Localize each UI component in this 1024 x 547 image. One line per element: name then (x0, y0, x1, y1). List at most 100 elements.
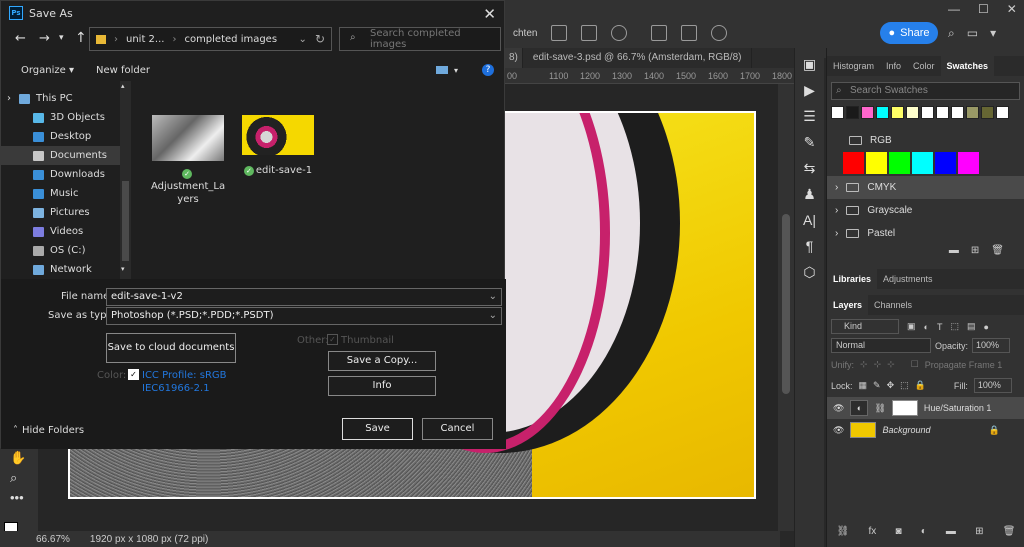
new-folder-button[interactable]: New folder (96, 65, 150, 76)
tab-histogram[interactable]: Histogram (827, 56, 880, 76)
breadcrumb-item[interactable]: completed images (184, 34, 277, 45)
unify-style-icon[interactable]: ⊹ (887, 359, 895, 370)
tab-edit-save-3[interactable]: edit-save-3.psd @ 66.7% (Amsterdam, RGB/… (522, 48, 753, 68)
breadcrumb-item[interactable]: unit 2... (126, 34, 164, 45)
layer-name[interactable]: Hue/Saturation 1 (924, 403, 992, 413)
view-icon[interactable] (435, 66, 448, 74)
chevron-right-icon[interactable]: › (7, 93, 11, 104)
app-close-icon[interactable]: ✕ (1007, 2, 1017, 16)
thumbnail-checkbox[interactable]: ✓ (327, 334, 338, 345)
maximize-icon[interactable]: ☐ (978, 2, 989, 16)
swatch[interactable] (866, 152, 887, 174)
unify-position-icon[interactable]: ⊹ (860, 359, 868, 370)
swatch[interactable] (996, 106, 1009, 119)
swatch[interactable] (831, 106, 844, 119)
reset-icon[interactable] (711, 25, 728, 41)
trash-icon[interactable]: 🗑 (991, 245, 1004, 265)
swatch[interactable] (936, 106, 949, 119)
save-a-copy-button[interactable]: Save a Copy... (328, 351, 436, 371)
new-swatch-icon[interactable]: ⊞ (971, 245, 979, 265)
chevron-down-icon[interactable]: ⌄ (489, 308, 497, 324)
tab-color[interactable]: Color (907, 56, 941, 76)
icc-checkbox[interactable]: ✓ (128, 369, 139, 380)
scroll-up-icon[interactable]: ▴ (121, 82, 125, 90)
tab-previous[interactable]: 8) (505, 48, 523, 68)
kind-select[interactable]: Kind (831, 319, 899, 334)
close-icon[interactable]: ✕ (483, 5, 496, 23)
frame-icon[interactable] (681, 25, 698, 41)
more-tools-icon[interactable]: ••• (10, 490, 24, 505)
play-icon[interactable]: ▶ (802, 83, 818, 97)
nav-item[interactable]: Desktop (1, 127, 131, 146)
nav-item[interactable]: › This PC (1, 89, 131, 108)
swatch[interactable] (846, 106, 859, 119)
nav-item[interactable]: Videos (1, 222, 131, 241)
tab-adjustments[interactable]: Adjustments (877, 269, 939, 289)
forward-arrow-icon[interactable]: → (39, 31, 50, 46)
view-dropdown-icon[interactable]: ▾ (454, 66, 458, 75)
lock-move-icon[interactable]: ✥ (887, 380, 895, 391)
swatch[interactable] (958, 152, 979, 174)
address-bar[interactable]: › unit 2... › completed images ⌄ ↻ (89, 27, 332, 51)
info-button[interactable]: Info (328, 376, 436, 396)
save-button[interactable]: Save (342, 418, 413, 440)
up-arrow-icon[interactable]: ↑ (75, 30, 87, 46)
filter-pixel-icon[interactable]: ▣ (907, 321, 916, 332)
nav-item[interactable]: Network (1, 260, 131, 279)
save-to-cloud-button[interactable]: Save to cloud documents (106, 333, 236, 363)
options-icon[interactable] (551, 25, 568, 41)
fx-icon[interactable]: fx (868, 526, 876, 537)
swatch[interactable] (935, 152, 956, 174)
nav-scrollbar[interactable]: ▴ ▾ (120, 81, 131, 279)
tab-info[interactable]: Info (880, 56, 907, 76)
tab-swatches[interactable]: Swatches (940, 56, 995, 76)
eye-icon[interactable]: 👁 (833, 403, 844, 414)
character-icon[interactable]: A| (802, 213, 818, 227)
clone-icon[interactable]: ♟ (802, 187, 818, 201)
history-icon[interactable]: ▣ (802, 57, 818, 71)
history-chevron-icon[interactable]: ▾ (59, 33, 64, 43)
lock-paint-icon[interactable]: ✎ (873, 380, 881, 391)
swatch[interactable] (981, 106, 994, 119)
adjustment-icon[interactable]: ◐ (921, 526, 927, 537)
refresh-icon[interactable]: ↻ (315, 32, 325, 46)
gear-icon[interactable] (611, 25, 628, 41)
scrollbar-thumb[interactable] (782, 214, 790, 394)
swatch[interactable] (906, 106, 919, 119)
layer-background[interactable]: 👁 Background 🔒 (827, 419, 1024, 441)
search-icon[interactable]: ⌕ (948, 26, 955, 41)
eye-icon[interactable]: 👁 (833, 425, 844, 436)
cancel-button[interactable]: Cancel (422, 418, 493, 440)
swatch-group-rgb[interactable]: RGB (827, 129, 1024, 152)
nav-item[interactable]: Documents (1, 146, 131, 165)
nav-scrollbar-thumb[interactable] (122, 181, 129, 261)
address-dropdown-icon[interactable]: ⌄ (299, 34, 307, 45)
3d-icon[interactable]: ⬡ (802, 265, 818, 279)
mask-icon[interactable]: ◙ (895, 526, 901, 537)
hand-tool-icon[interactable]: ✋ (10, 450, 26, 466)
file-item[interactable]: ✓ Adjustment_La yers (151, 115, 225, 206)
workspace-icon[interactable]: ▭ (967, 26, 978, 41)
scroll-down-icon[interactable]: ▾ (121, 265, 125, 273)
minimize-icon[interactable]: — (948, 2, 960, 16)
vertical-scrollbar[interactable] (778, 84, 794, 531)
zoom-tool-icon[interactable]: ⌕ (10, 470, 17, 486)
new-layer-icon[interactable]: ⊞ (975, 526, 983, 537)
link-layers-icon[interactable]: ⛓ (837, 526, 850, 537)
filter-adjust-icon[interactable]: ◐ (924, 322, 929, 332)
nav-item[interactable]: OS (C:) (1, 241, 131, 260)
swatch-search-input[interactable]: ⌕ Search Swatches (831, 82, 1020, 100)
search-input[interactable]: ⌕ Search completed images (339, 27, 501, 51)
tab-libraries[interactable]: Libraries (827, 269, 878, 289)
hide-folders-toggle[interactable]: ˄ Hide Folders (13, 425, 84, 436)
align-icon[interactable] (581, 25, 598, 41)
tab-channels[interactable]: Channels (868, 295, 918, 315)
swatch-group-cmyk[interactable]: › CMYK (827, 176, 1024, 199)
group-icon[interactable]: ▬ (946, 526, 956, 537)
swatch-group-grayscale[interactable]: › Grayscale (827, 199, 1024, 222)
layer-hue-saturation[interactable]: 👁 ◐ ⛓ Hue/Saturation 1 (827, 397, 1024, 419)
filter-type-icon[interactable]: T (937, 322, 943, 332)
more-icon[interactable]: ▾ (990, 26, 996, 41)
new-group-icon[interactable]: ▬ (949, 245, 959, 265)
fill-input[interactable]: 100% (973, 378, 1012, 393)
